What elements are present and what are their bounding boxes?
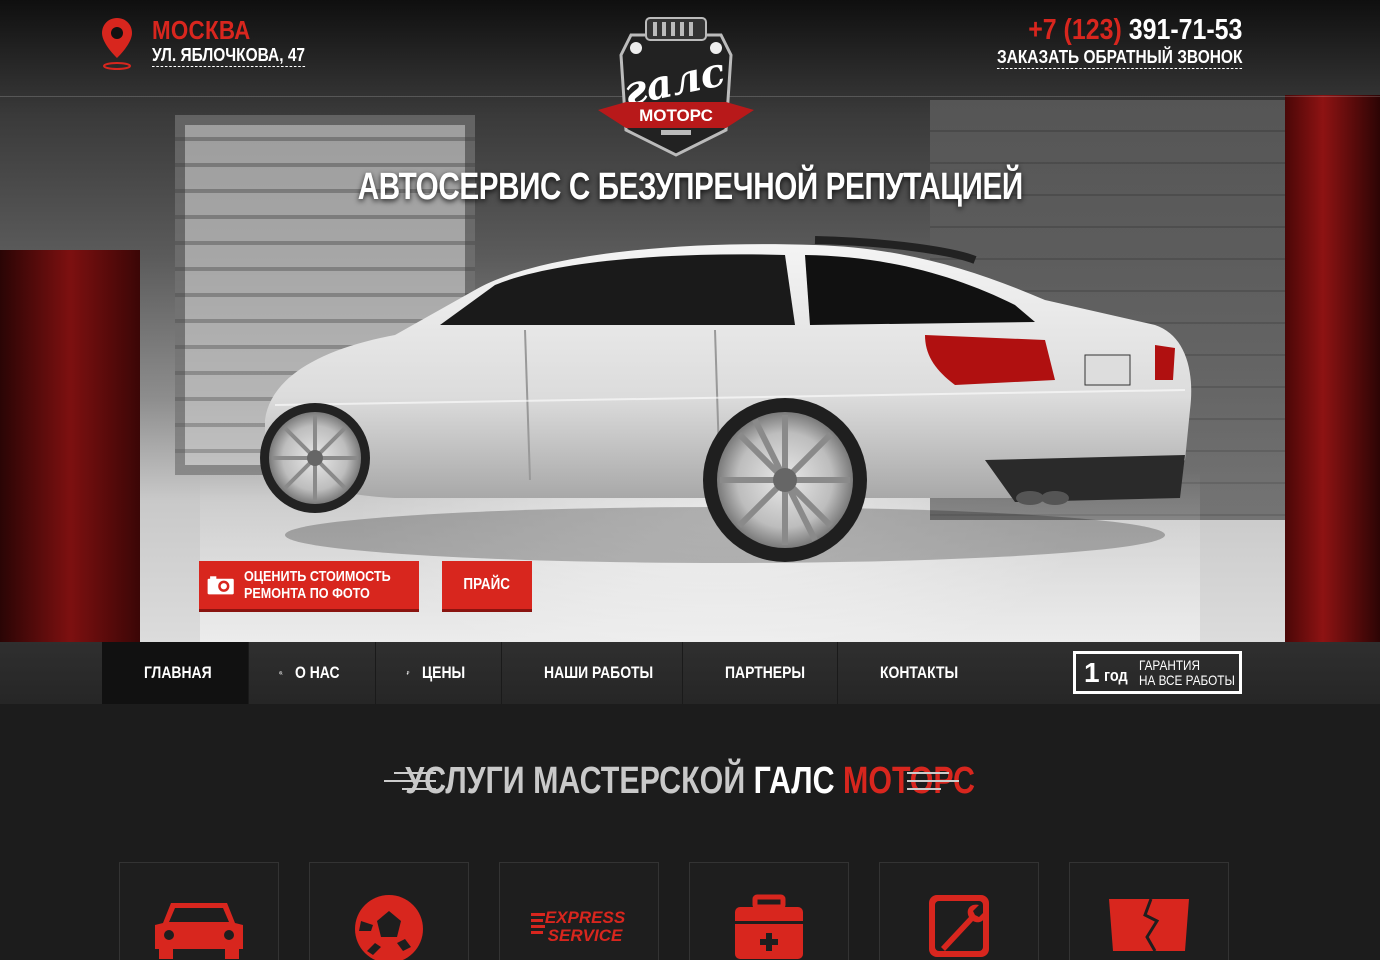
service-card-glass[interactable] bbox=[1069, 862, 1229, 960]
warranty-badge: 1 год ГАРАНТИЯ НА ВСЕ РАБОТЫ bbox=[1073, 651, 1242, 694]
car-icon bbox=[155, 903, 243, 959]
svg-text:МОТОРС: МОТОРС bbox=[639, 106, 713, 125]
gals-motors-logo[interactable]: галс МОТОРС bbox=[596, 10, 756, 160]
services-title: УСЛУГИ МАСТЕРСКОЙ ГАЛС МОТОРС bbox=[0, 760, 1380, 803]
nav-item-home[interactable]: ГЛАВНАЯ bbox=[102, 642, 249, 704]
warranty-line2: НА ВСЕ РАБОТЫ bbox=[1139, 671, 1236, 688]
hero-section: МОСКВА УЛ. ЯБЛОЧКОВА, 47 галс МОТОРС +7 … bbox=[0, 0, 1380, 642]
hero-car-image bbox=[260, 236, 1192, 563]
services-cards: EXPRESS SERVICE bbox=[119, 862, 1229, 960]
map-pin-icon bbox=[102, 18, 132, 70]
service-card-diagnostics[interactable] bbox=[689, 862, 849, 960]
estimate-button-line2: РЕМОНТА ПО ФОТО bbox=[244, 585, 371, 602]
wrench-icon bbox=[929, 895, 989, 957]
service-card-repair[interactable] bbox=[879, 862, 1039, 960]
service-card-express[interactable]: EXPRESS SERVICE bbox=[499, 862, 659, 960]
hero-headline: АВТОСЕРВИС С БЕЗУПРЕЧНОЙ РЕПУТАЦИЕЙ bbox=[357, 166, 1023, 208]
address-link[interactable]: УЛ. ЯБЛОЧКОВА, 47 bbox=[152, 44, 306, 67]
first-aid-kit-icon bbox=[733, 894, 805, 959]
express-service-icon: EXPRESS SERVICE bbox=[531, 908, 626, 945]
estimate-button-line1: ОЦЕНИТЬ СТОИМОСТЬ bbox=[244, 568, 392, 585]
location-block[interactable]: МОСКВА УЛ. ЯБЛОЧКОВА, 47 bbox=[100, 16, 330, 70]
lift-pillar-left bbox=[0, 250, 140, 642]
brake-disc-icon bbox=[355, 895, 423, 960]
price-list-button[interactable]: ПРАЙС bbox=[442, 561, 532, 609]
services-title-part1: УСЛУГИ МАСТЕРСКОЙ bbox=[405, 760, 754, 802]
city-name: МОСКВА bbox=[152, 15, 251, 45]
camera-icon bbox=[207, 576, 234, 595]
callback-link[interactable]: ЗАКАЗАТЬ ОБРАТНЫЙ ЗВОНОК bbox=[996, 46, 1242, 69]
estimate-by-photo-button[interactable]: ОЦЕНИТЬ СТОИМОСТЬ РЕМОНТА ПО ФОТО bbox=[199, 561, 419, 609]
warranty-years: 1 bbox=[1084, 656, 1100, 688]
warranty-line1: ГАРАНТИЯ bbox=[1139, 656, 1201, 673]
svg-text:EXPRESS: EXPRESS bbox=[545, 908, 626, 927]
nav-item-about[interactable]: О НАС bbox=[249, 642, 376, 704]
ruble-icon bbox=[406, 670, 410, 675]
warranty-unit: год bbox=[1103, 665, 1128, 685]
nav-item-prices[interactable]: ЦЕНЫ bbox=[376, 642, 502, 704]
title-decoration-right bbox=[907, 772, 959, 790]
nav-item-partners[interactable]: ПАРТНЕРЫ bbox=[683, 642, 838, 704]
phone-block: +7 (123) 391-71-53 ЗАКАЗАТЬ ОБРАТНЫЙ ЗВО… bbox=[957, 14, 1242, 69]
wheel-icon bbox=[279, 671, 283, 675]
nav-item-contacts[interactable]: КОНТАКТЫ bbox=[838, 642, 978, 704]
nav-item-works[interactable]: НАШИ РАБОТЫ bbox=[502, 642, 683, 704]
svg-text:SERVICE: SERVICE bbox=[548, 926, 623, 945]
glass-repair-icon bbox=[1109, 898, 1189, 952]
services-title-part2: ГАЛС bbox=[753, 760, 843, 802]
service-card-body-repair[interactable] bbox=[119, 862, 279, 960]
service-card-brakes[interactable] bbox=[309, 862, 469, 960]
phone-number[interactable]: +7 (123) 391-71-53 bbox=[997, 14, 1242, 46]
